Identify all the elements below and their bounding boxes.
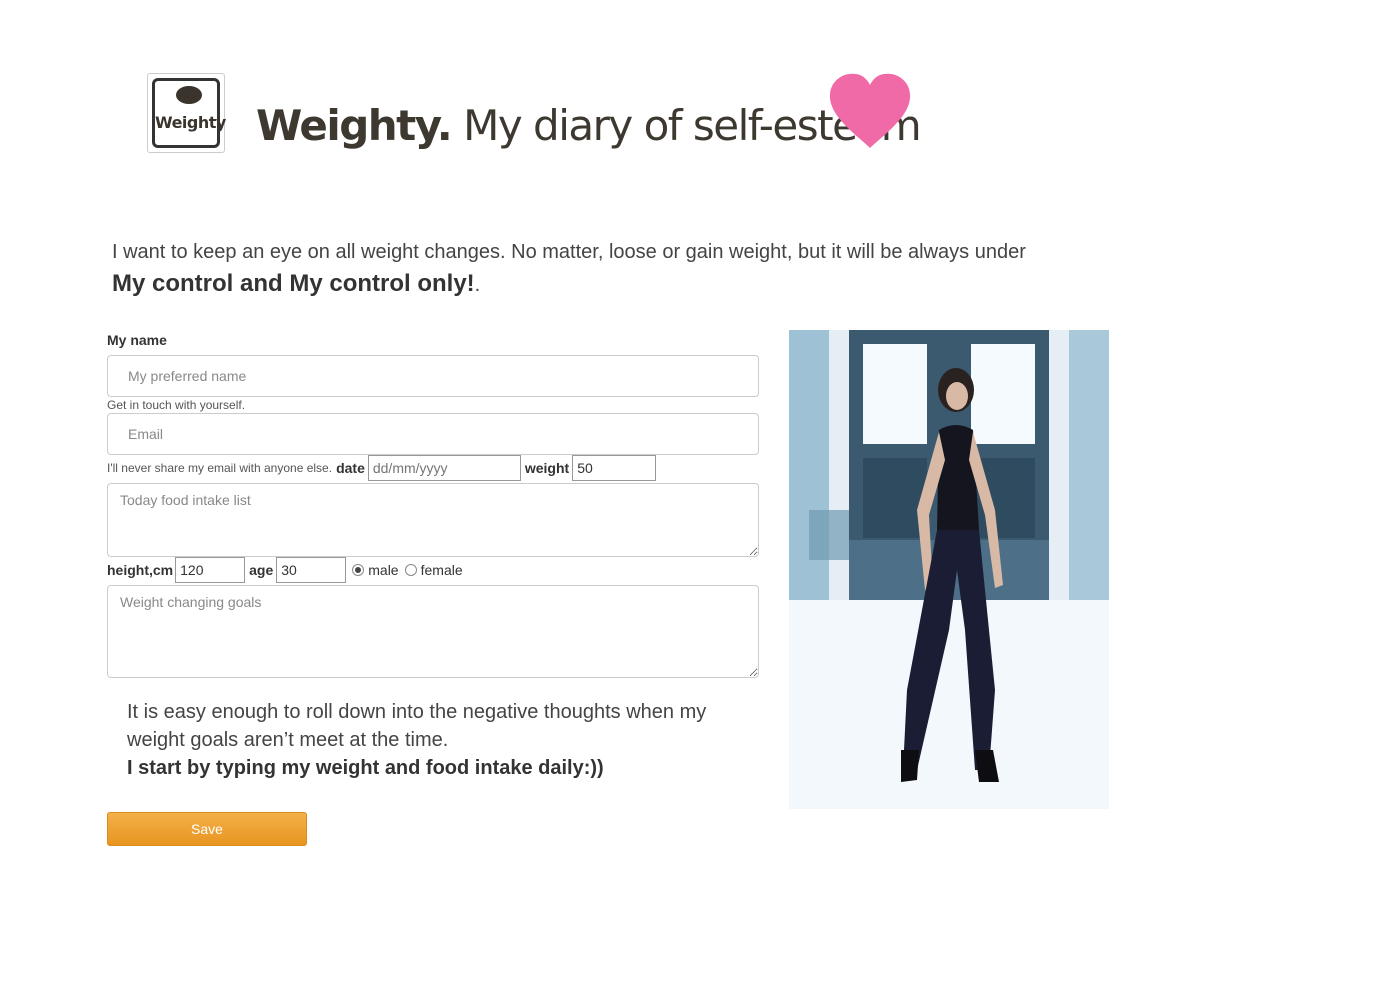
goals-textarea[interactable]	[107, 585, 759, 678]
gender-female-label: female	[420, 562, 463, 578]
page-title: Weighty. My diary of self-esteem	[256, 98, 922, 154]
heart-icon	[829, 73, 911, 148]
intro-line: I want to keep an eye on all weight chan…	[112, 241, 1026, 263]
height-label: height,cm	[107, 562, 174, 578]
gender-female-radio[interactable]	[404, 564, 417, 576]
weight-label: weight	[524, 460, 570, 476]
date-weight-row: I'll never share my email with anyone el…	[107, 455, 657, 481]
motivation-text: It is easy enough to roll down into the …	[127, 698, 747, 782]
gender-male-radio[interactable]	[352, 564, 365, 576]
page-title-brand: Weighty.	[256, 101, 453, 150]
age-label: age	[249, 562, 274, 578]
name-input[interactable]	[107, 355, 759, 397]
weight-input[interactable]	[572, 455, 657, 481]
intro-tail: .	[474, 274, 481, 296]
height-age-row: height,cm age male female	[107, 557, 463, 583]
save-button[interactable]: Save	[107, 812, 307, 846]
name-label: My name	[107, 332, 167, 348]
scale-icon: Weighty	[152, 78, 226, 148]
weighty-logo: Weighty	[147, 73, 226, 153]
date-label: date	[336, 460, 365, 476]
scale-display	[176, 86, 202, 104]
height-input[interactable]	[175, 557, 246, 583]
age-input[interactable]	[276, 557, 347, 583]
date-input[interactable]	[367, 455, 521, 481]
intro-text: I want to keep an eye on all weight chan…	[112, 238, 1026, 299]
gender-male-label: male	[368, 562, 399, 578]
motivation-line: It is easy enough to roll down into the …	[127, 701, 707, 751]
logo-text: Weighty	[155, 113, 226, 132]
photo-illustration	[789, 330, 1109, 809]
motivation-emphasis: I start by typing my weight and food int…	[127, 757, 604, 779]
name-help: Get in touch with yourself.	[107, 398, 246, 412]
food-intake-textarea[interactable]	[107, 483, 759, 557]
woman-photo	[789, 330, 1109, 809]
intro-emphasis: My control and My control only!	[112, 270, 475, 297]
email-input[interactable]	[107, 413, 759, 455]
email-help: I'll never share my email with anyone el…	[107, 461, 333, 475]
